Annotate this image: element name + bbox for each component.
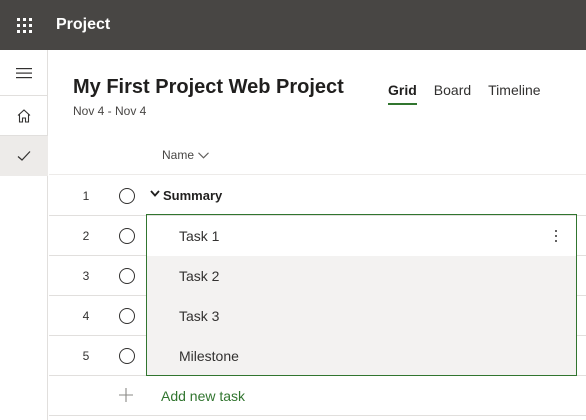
left-rail [0, 50, 48, 420]
header-divider [49, 174, 586, 175]
table-row[interactable]: 2 Task 1 [49, 216, 586, 256]
column-header-label: Name [162, 148, 195, 162]
complete-task-checkbox[interactable] [119, 347, 135, 364]
task-name: Task 3 [179, 308, 220, 324]
tab-board[interactable]: Board [434, 82, 471, 105]
row-number: 5 [82, 348, 90, 363]
table-row[interactable]: 3 Task 2 [49, 256, 586, 296]
more-options-button[interactable] [546, 226, 566, 246]
app-launcher-button[interactable] [0, 0, 48, 50]
complete-task-checkbox[interactable] [119, 267, 135, 284]
complete-task-checkbox[interactable] [119, 187, 135, 204]
collapse-chevron-icon[interactable] [150, 190, 160, 197]
task-name: Task 1 [179, 228, 220, 244]
waffle-icon [16, 17, 32, 33]
more-vertical-icon [555, 229, 557, 244]
row-number: 3 [82, 268, 90, 283]
task-name: Task 2 [179, 268, 220, 284]
name-column-header[interactable]: Name [162, 148, 209, 162]
add-new-task-label: Add new task [161, 387, 246, 404]
complete-task-checkbox[interactable] [119, 307, 135, 324]
table-row[interactable]: 1 Summary [49, 176, 586, 216]
task-name[interactable]: Summary [163, 188, 222, 203]
tab-grid[interactable]: Grid [388, 82, 417, 105]
chevron-down-icon [198, 151, 209, 159]
collapse-nav-button[interactable] [0, 50, 48, 96]
complete-task-checkbox[interactable] [119, 227, 135, 244]
app-name[interactable]: Project [56, 16, 110, 34]
row-number: 2 [82, 228, 90, 243]
project-date-range: Nov 4 - Nov 4 [73, 104, 147, 118]
home-button[interactable] [0, 96, 48, 136]
task-name-cell[interactable]: Task 2 [147, 256, 576, 296]
project-title[interactable]: My First Project Web Project [73, 76, 344, 99]
table-row[interactable]: 4 Task 3 [49, 296, 586, 336]
home-icon [17, 108, 31, 123]
view-tabs: Grid Board Timeline [388, 82, 558, 105]
tab-timeline[interactable]: Timeline [488, 82, 540, 105]
task-name: Milestone [179, 348, 239, 364]
suite-bar: Project [0, 0, 586, 50]
task-name-cell[interactable]: Task 3 [147, 296, 576, 336]
hamburger-icon [16, 67, 32, 78]
task-name-cell[interactable]: Task 1 [147, 216, 576, 256]
plus-icon [119, 388, 133, 402]
my-tasks-button[interactable] [0, 136, 48, 176]
row-number: 1 [82, 188, 90, 203]
checkmark-icon [17, 151, 31, 161]
task-name-cell[interactable]: Milestone [147, 336, 576, 376]
table-row[interactable]: 5 Milestone [49, 336, 586, 376]
row-number: 4 [82, 308, 90, 323]
add-new-task-button[interactable]: Add new task [49, 376, 586, 416]
